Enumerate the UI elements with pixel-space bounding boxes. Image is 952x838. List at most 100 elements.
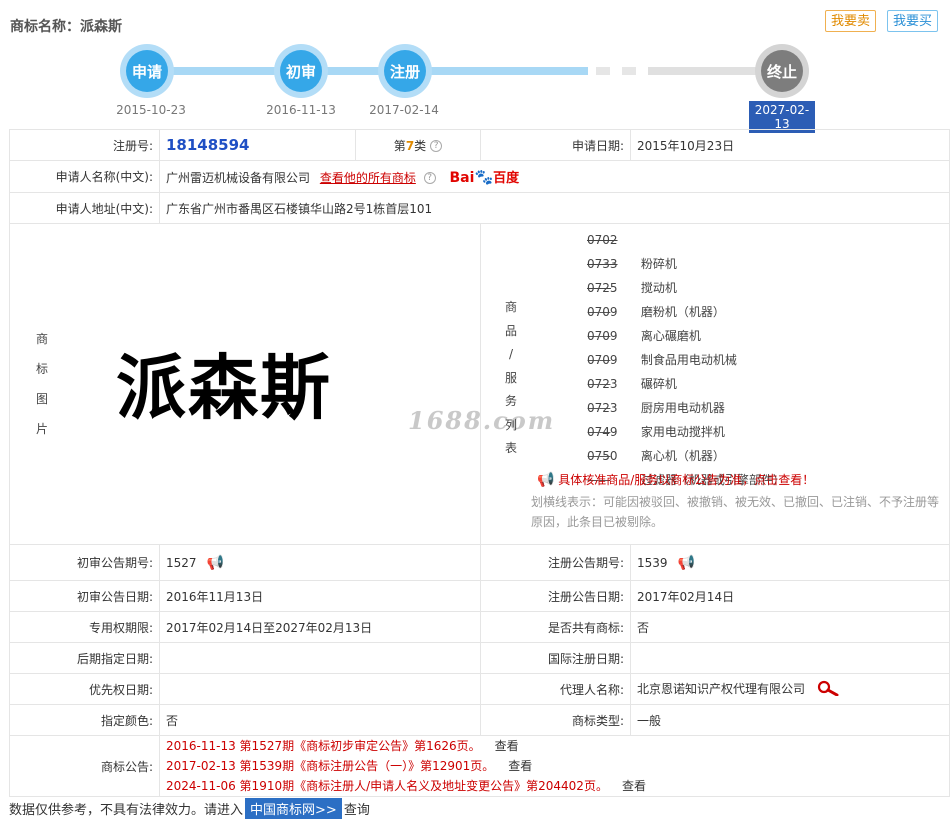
goods-label-char: 商 [504, 300, 517, 314]
shared-label: 是否共有商标: [480, 611, 631, 643]
goods-label-char: 列 [504, 417, 517, 432]
row-color: 指定颜色: 否 商标类型: 一般 [9, 704, 950, 736]
step-apply-label: 申请 [126, 50, 168, 92]
status-timeline: 申请 2015-10-23 初审 2016-11-13 注册 2017-02-1… [0, 40, 952, 133]
goods-code-value: 0702 [587, 233, 618, 247]
row-address: 申请人地址(中文): 广东省广州市番禺区石楼镇华山路2号1栋首层101 [9, 192, 950, 224]
goods-label-char: 服 [504, 370, 517, 385]
reg-pub-no-value: 1539 [637, 555, 668, 570]
reg-pub-no-cell: 1539 📢 [630, 544, 950, 581]
baidu-search-logo[interactable]: Bai🐾百度 [449, 168, 520, 186]
timeline-dash-2 [622, 67, 636, 75]
goods-code-value: 0709 [587, 353, 618, 367]
step-terminate-label: 终止 [761, 50, 803, 92]
ctmo-link[interactable]: 中国商标网>> [245, 798, 342, 819]
baidu-logo-latin: Bai [449, 170, 475, 186]
goods-item: 0725—— 磨粉机（机器） [481, 276, 949, 319]
row-later-date: 后期指定日期: 国际注册日期: [9, 642, 950, 674]
applicant-cell: 广州雷迈机械设备有限公司 查看他的所有商标 ? Bai🐾百度 [159, 160, 950, 193]
baidu-logo-chinese: 百度 [493, 171, 520, 186]
step-prelim-label: 初审 [280, 50, 322, 92]
row-pub-no: 初审公告期号: 1527 📢 注册公告期号: 1539 📢 [9, 544, 950, 581]
announcement-item: 2016-11-13 第1527期《商标初步审定公告》第1626页。 查看 [166, 736, 943, 756]
exclusive-label: 专用权期限: [9, 611, 160, 643]
class-prefix: 第 [393, 138, 406, 153]
mark-image-label-char: 片 [35, 421, 48, 436]
announcement-view-link[interactable]: 查看 [622, 779, 646, 793]
goods-code-value: 0750 [587, 449, 618, 463]
all-marks-link[interactable]: 查看他的所有商标 [320, 171, 416, 185]
mark-image-label-char: 图 [35, 391, 48, 406]
timeline-progress-bar [150, 67, 588, 75]
announcement-text: 2017-02-13 第1539期《商标注册公告（一）》第12901页。 [166, 759, 495, 773]
apply-date-value: 2015年10月23日 [630, 129, 950, 161]
mark-image-label-char: 商 [35, 331, 48, 346]
goods-item: 0709—— 制食品用电动机械 [481, 324, 949, 367]
mark-image-label: 商 标 图 片 [32, 324, 52, 444]
goods-label: 商 品 / 服 务 列 表 [501, 296, 521, 461]
color-value: 否 [159, 704, 481, 736]
help-icon[interactable]: ? [430, 139, 443, 152]
step-register-date: 2017-02-14 [369, 103, 439, 117]
strike-explanation: 划横线表示：可能因被驳回、被撤销、被无效、已撤回、已注销、不予注册等原因，此条目… [531, 495, 940, 529]
intl-date-label: 国际注册日期: [480, 642, 631, 674]
megaphone-icon: 📢 [537, 472, 555, 488]
row-applicant: 申请人名称(中文): 广州雷迈机械设备有限公司 查看他的所有商标 ? Bai🐾百… [9, 160, 950, 193]
priority-value [159, 673, 481, 705]
paw-icon: 🐾 [474, 168, 494, 186]
goods-item: 0750—— 过滤器（机器或引擎部件） [481, 444, 949, 487]
goods-code-value: 0709 [587, 329, 618, 343]
goods-code-value: 0709 [587, 305, 618, 319]
announcement-view-link[interactable]: 查看 [508, 759, 532, 773]
trademark-image-text: 派森斯 [116, 345, 332, 429]
prelim-no-label: 初审公告期号: [9, 544, 160, 581]
reg-no-value: 18148594 [166, 136, 250, 154]
row-image-goods: 商 标 图 片 派森斯 1688.com 商 品 / 服 务 列 表 0702—… [9, 223, 950, 545]
step-apply: 申请 [120, 44, 174, 98]
later-date-label: 后期指定日期: [9, 642, 160, 674]
goods-cell: 商 品 / 服 务 列 表 0702—— 粉碎机 0733—— 搅动机 0725… [480, 223, 950, 545]
megaphone-icon[interactable]: 📢 [207, 555, 224, 571]
address-value: 广东省广州市番禺区石楼镇华山路2号1栋首层101 [159, 192, 950, 224]
reg-pub-date-label: 注册公告日期: [480, 580, 631, 612]
goods-item: 0702—— 粉碎机 [481, 228, 949, 271]
step-apply-date: 2015-10-23 [116, 103, 186, 117]
mark-image-label-char: 标 [35, 361, 48, 376]
class-suffix: 类 [414, 138, 427, 153]
mark-image-area: 商 标 图 片 派森斯 1688.com [10, 226, 553, 543]
reg-no-cell: 18148594 [159, 129, 356, 161]
announcement-view-link[interactable]: 查看 [495, 739, 519, 753]
timeline-dash-1 [596, 67, 610, 75]
shared-value: 否 [630, 611, 950, 643]
megaphone-icon[interactable]: 📢 [678, 555, 695, 571]
buy-button[interactable]: 我要买 [887, 10, 939, 32]
announcement-list: 2016-11-13 第1527期《商标初步审定公告》第1626页。 查看 201… [159, 735, 950, 797]
goods-code-value: 0723 [587, 377, 618, 391]
applicant-label: 申请人名称(中文): [9, 160, 160, 193]
prelim-date-label: 初审公告日期: [9, 580, 160, 612]
goods-item: 0733—— 搅动机 [481, 252, 949, 295]
step-register-label: 注册 [384, 50, 426, 92]
sell-button[interactable]: 我要卖 [825, 10, 877, 32]
trademark-name-title: 商标名称：派森斯 [10, 19, 122, 35]
search-icon[interactable] [817, 680, 839, 699]
reg-pub-date-value: 2017年02月14日 [630, 580, 950, 612]
help-icon[interactable]: ? [423, 172, 436, 184]
agent-cell: 北京恩诺知识产权代理有限公司 [630, 673, 950, 705]
intl-date-value [630, 642, 950, 674]
reg-pub-no-label: 注册公告期号: [480, 544, 631, 581]
footer-disclaimer: 数据仅供参考，不具有法律效力。请进入 中国商标网>> 查询 [9, 798, 370, 819]
row-reg-no: 注册号: 18148594 第7类? 申请日期: 2015年10月23日 [9, 129, 950, 161]
announcement-item: 2017-02-13 第1539期《商标注册公告（一）》第12901页。 查看 [166, 756, 943, 776]
goods-notice-link[interactable]: 📢 具体核准商品/服务以商标公告为准，点击查看！ [481, 468, 949, 492]
goods-code-value: 0749 [587, 425, 618, 439]
goods-notice-text: 具体核准商品/服务以商标公告为准，点击查看！ [558, 473, 815, 487]
exclusive-value: 2017年02月14日至2027年02月13日 [159, 611, 481, 643]
agent-value: 北京恩诺知识产权代理有限公司 [637, 681, 806, 696]
class-number: 7 [405, 138, 415, 153]
row-announcements: 商标公告: 2016-11-13 第1527期《商标初步审定公告》第1626页。… [9, 735, 950, 797]
row-pub-date: 初审公告日期: 2016年11月13日 注册公告日期: 2017年02月14日 [9, 580, 950, 612]
step-terminate: 终止 [755, 44, 809, 98]
step-prelim: 初审 [274, 44, 328, 98]
color-label: 指定颜色: [9, 704, 160, 736]
